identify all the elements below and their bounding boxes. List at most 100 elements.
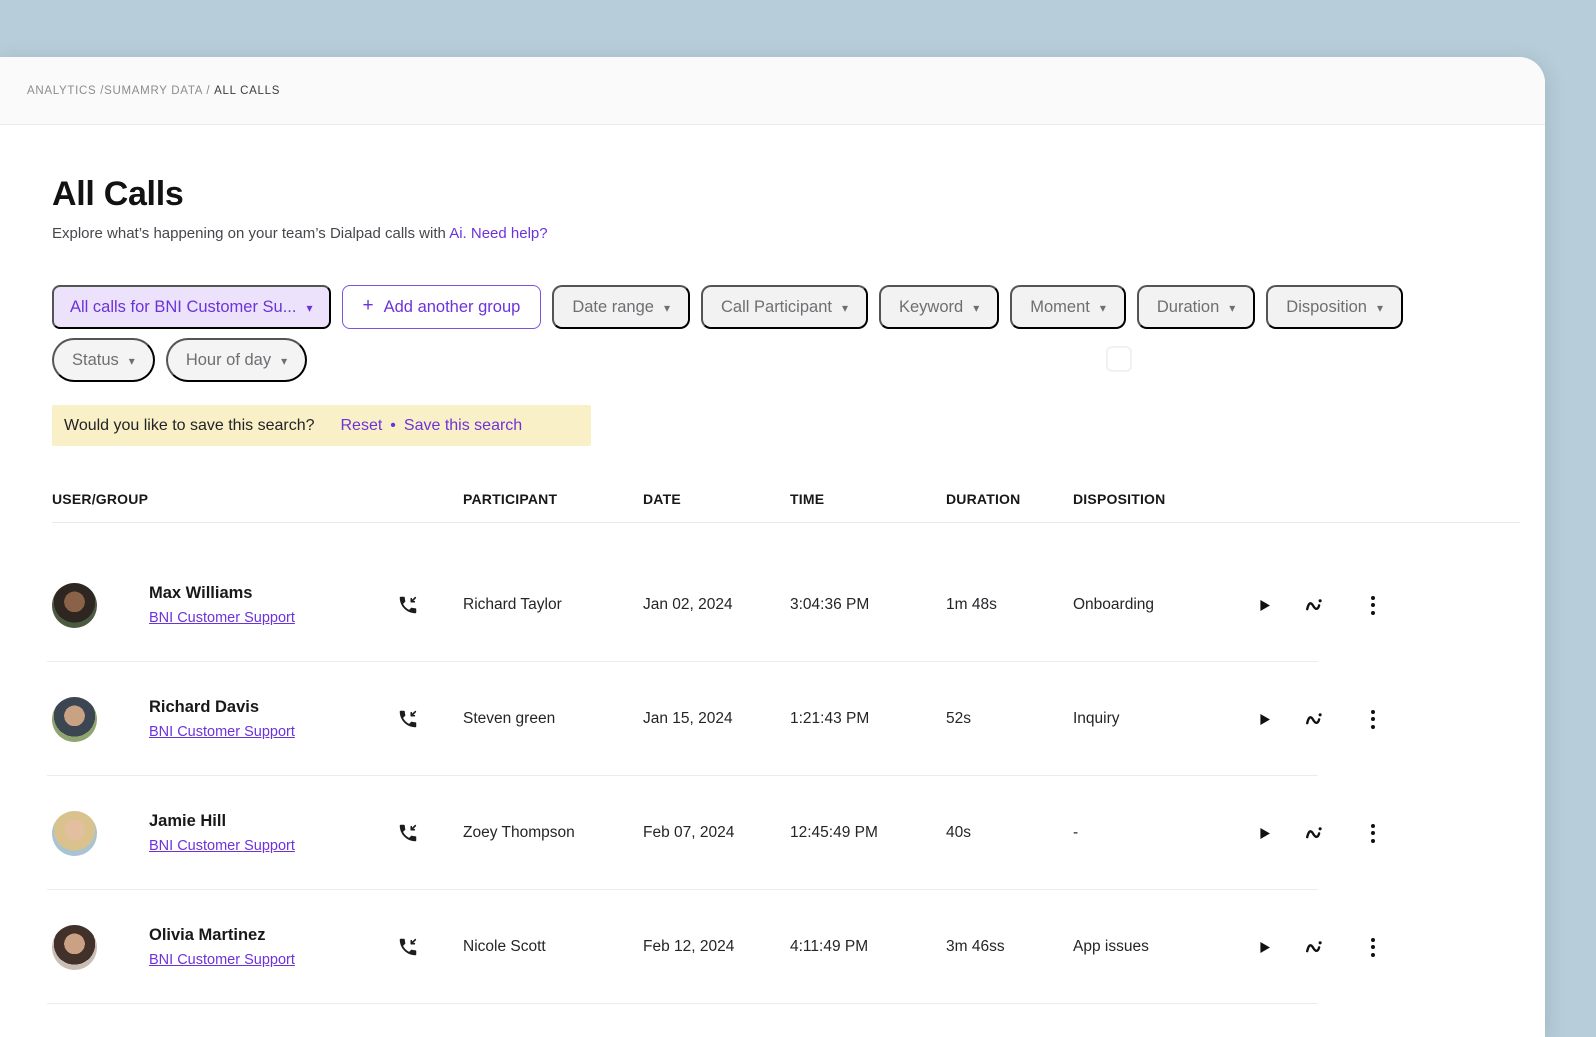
- user-group-cell: Max Williams BNI Customer Support: [52, 583, 397, 628]
- avatar: [52, 697, 97, 742]
- disposition-cell: Onboarding: [1073, 596, 1241, 614]
- filter-chips-row1: All calls for BNI Customer Su... ▾ + Add…: [52, 285, 1545, 329]
- group-link[interactable]: BNI Customer Support: [149, 838, 295, 854]
- date-cell: Feb 07, 2024: [643, 824, 790, 842]
- participant-cell: Richard Taylor: [463, 596, 643, 614]
- table-header: USER/GROUP PARTICIPANT DATE TIME DURATIO…: [52, 446, 1520, 523]
- ai-help-link[interactable]: Ai. Need help?: [449, 225, 547, 242]
- column-header-disposition: DISPOSITION: [1073, 491, 1241, 507]
- filter-chips-row2: Status ▾ Hour of day ▾: [52, 338, 1545, 382]
- filter-chip-keyword[interactable]: Keyword ▾: [879, 285, 999, 329]
- play-recording-button[interactable]: [1241, 936, 1287, 959]
- play-recording-button[interactable]: [1241, 594, 1287, 617]
- chevron-down-icon: ▾: [306, 301, 312, 315]
- page-subtitle: Explore what’s happening on your team’s …: [52, 225, 1545, 242]
- chevron-down-icon: ▾: [129, 354, 135, 368]
- group-link[interactable]: BNI Customer Support: [149, 724, 295, 740]
- save-search-banner: Would you like to save this search? Rese…: [52, 405, 591, 446]
- filters-section: All calls for BNI Customer Su... ▾ + Add…: [52, 285, 1545, 382]
- duration-cell: 1m 48s: [946, 596, 1073, 614]
- ai-transcript-button[interactable]: [1287, 932, 1343, 962]
- save-banner-links: Reset • Save this search: [341, 417, 523, 435]
- participant-cell: Nicole Scott: [463, 938, 643, 956]
- date-cell: Feb 12, 2024: [643, 938, 790, 956]
- disposition-cell: Inquiry: [1073, 710, 1241, 728]
- user-name: Jamie Hill: [149, 812, 295, 831]
- kebab-menu-icon: [1371, 824, 1375, 843]
- user-name: Richard Davis: [149, 698, 295, 717]
- group-selector-label: All calls for BNI Customer Su...: [70, 298, 296, 317]
- breadcrumb: ANALYTICS /SUMAMRY DATA / ALL CALLS: [27, 85, 280, 97]
- column-header-time: TIME: [790, 491, 946, 507]
- incoming-call-icon: [397, 708, 463, 730]
- filter-chip-moment[interactable]: Moment ▾: [1010, 285, 1126, 329]
- duration-cell: 40s: [946, 824, 1073, 842]
- kebab-menu-button[interactable]: [1343, 934, 1403, 961]
- incoming-call-icon: [397, 594, 463, 616]
- user-group-text: Olivia Martinez BNI Customer Support: [149, 926, 295, 969]
- filter-chip-date-range[interactable]: Date range ▾: [552, 285, 690, 329]
- incoming-call-icon: [397, 822, 463, 844]
- group-link[interactable]: BNI Customer Support: [149, 952, 295, 968]
- chevron-down-icon: ▾: [973, 301, 979, 315]
- chevron-down-icon: ▾: [1229, 301, 1235, 315]
- kebab-menu-button[interactable]: [1343, 592, 1403, 619]
- kebab-menu-button[interactable]: [1343, 820, 1403, 847]
- breadcrumb-path[interactable]: ANALYTICS /SUMAMRY DATA /: [27, 85, 214, 97]
- play-recording-button[interactable]: [1241, 708, 1287, 731]
- save-banner-question: Would you like to save this search?: [64, 417, 315, 435]
- ai-transcript-button[interactable]: [1287, 590, 1343, 620]
- plus-icon: +: [363, 295, 374, 317]
- reset-link[interactable]: Reset: [341, 417, 383, 435]
- user-group-cell: Olivia Martinez BNI Customer Support: [52, 925, 397, 970]
- chevron-down-icon: ▾: [842, 301, 848, 315]
- kebab-menu-button[interactable]: [1343, 706, 1403, 733]
- group-selector-button[interactable]: All calls for BNI Customer Su... ▾: [52, 285, 331, 329]
- avatar: [52, 925, 97, 970]
- participant-cell: Steven green: [463, 710, 643, 728]
- kebab-menu-icon: [1371, 938, 1375, 957]
- chevron-down-icon: ▾: [281, 354, 287, 368]
- main-card: ANALYTICS /SUMAMRY DATA / ALL CALLS All …: [0, 57, 1545, 1037]
- filter-chip-hour-of-day[interactable]: Hour of day ▾: [166, 338, 307, 382]
- column-header-spacer: [397, 491, 463, 507]
- time-cell: 12:45:49 PM: [790, 824, 946, 842]
- avatar: [52, 583, 97, 628]
- breadcrumb-bar: ANALYTICS /SUMAMRY DATA / ALL CALLS: [0, 57, 1545, 125]
- ai-transcript-button[interactable]: [1287, 704, 1343, 734]
- disposition-cell: App issues: [1073, 938, 1241, 956]
- ai-transcript-button[interactable]: [1287, 818, 1343, 848]
- play-recording-button[interactable]: [1241, 822, 1287, 845]
- user-name: Max Williams: [149, 584, 295, 603]
- user-group-text: Max Williams BNI Customer Support: [149, 584, 295, 627]
- disposition-cell: -: [1073, 824, 1241, 842]
- time-cell: 1:21:43 PM: [790, 710, 946, 728]
- table-row[interactable]: Olivia Martinez BNI Customer Support Nic…: [52, 890, 1545, 1004]
- filter-chip-status[interactable]: Status ▾: [52, 338, 155, 382]
- user-group-text: Richard Davis BNI Customer Support: [149, 698, 295, 741]
- avatar: [52, 811, 97, 856]
- user-name: Olivia Martinez: [149, 926, 295, 945]
- participant-cell: Zoey Thompson: [463, 824, 643, 842]
- page-title: All Calls: [52, 175, 1545, 214]
- filter-chip-disposition[interactable]: Disposition ▾: [1266, 285, 1403, 329]
- kebab-menu-icon: [1371, 596, 1375, 615]
- duration-cell: 3m 46ss: [946, 938, 1073, 956]
- time-cell: 3:04:36 PM: [790, 596, 946, 614]
- filter-chip-duration[interactable]: Duration ▾: [1137, 285, 1255, 329]
- group-link[interactable]: BNI Customer Support: [149, 610, 295, 626]
- duration-cell: 52s: [946, 710, 1073, 728]
- column-header-duration: DURATION: [946, 491, 1073, 507]
- table-row[interactable]: Max Williams BNI Customer Support Richar…: [52, 548, 1545, 662]
- kebab-menu-icon: [1371, 710, 1375, 729]
- dot-separator: •: [390, 417, 396, 435]
- unchecked-checkbox[interactable]: [1106, 346, 1132, 372]
- filter-chip-call-participant[interactable]: Call Participant ▾: [701, 285, 868, 329]
- chevron-down-icon: ▾: [1377, 301, 1383, 315]
- save-this-search-link[interactable]: Save this search: [404, 417, 522, 435]
- table-body: Max Williams BNI Customer Support Richar…: [52, 523, 1545, 1004]
- add-group-button[interactable]: + Add another group: [342, 285, 542, 329]
- incoming-call-icon: [397, 936, 463, 958]
- table-row[interactable]: Jamie Hill BNI Customer Support Zoey Tho…: [52, 776, 1545, 890]
- table-row[interactable]: Richard Davis BNI Customer Support Steve…: [52, 662, 1545, 776]
